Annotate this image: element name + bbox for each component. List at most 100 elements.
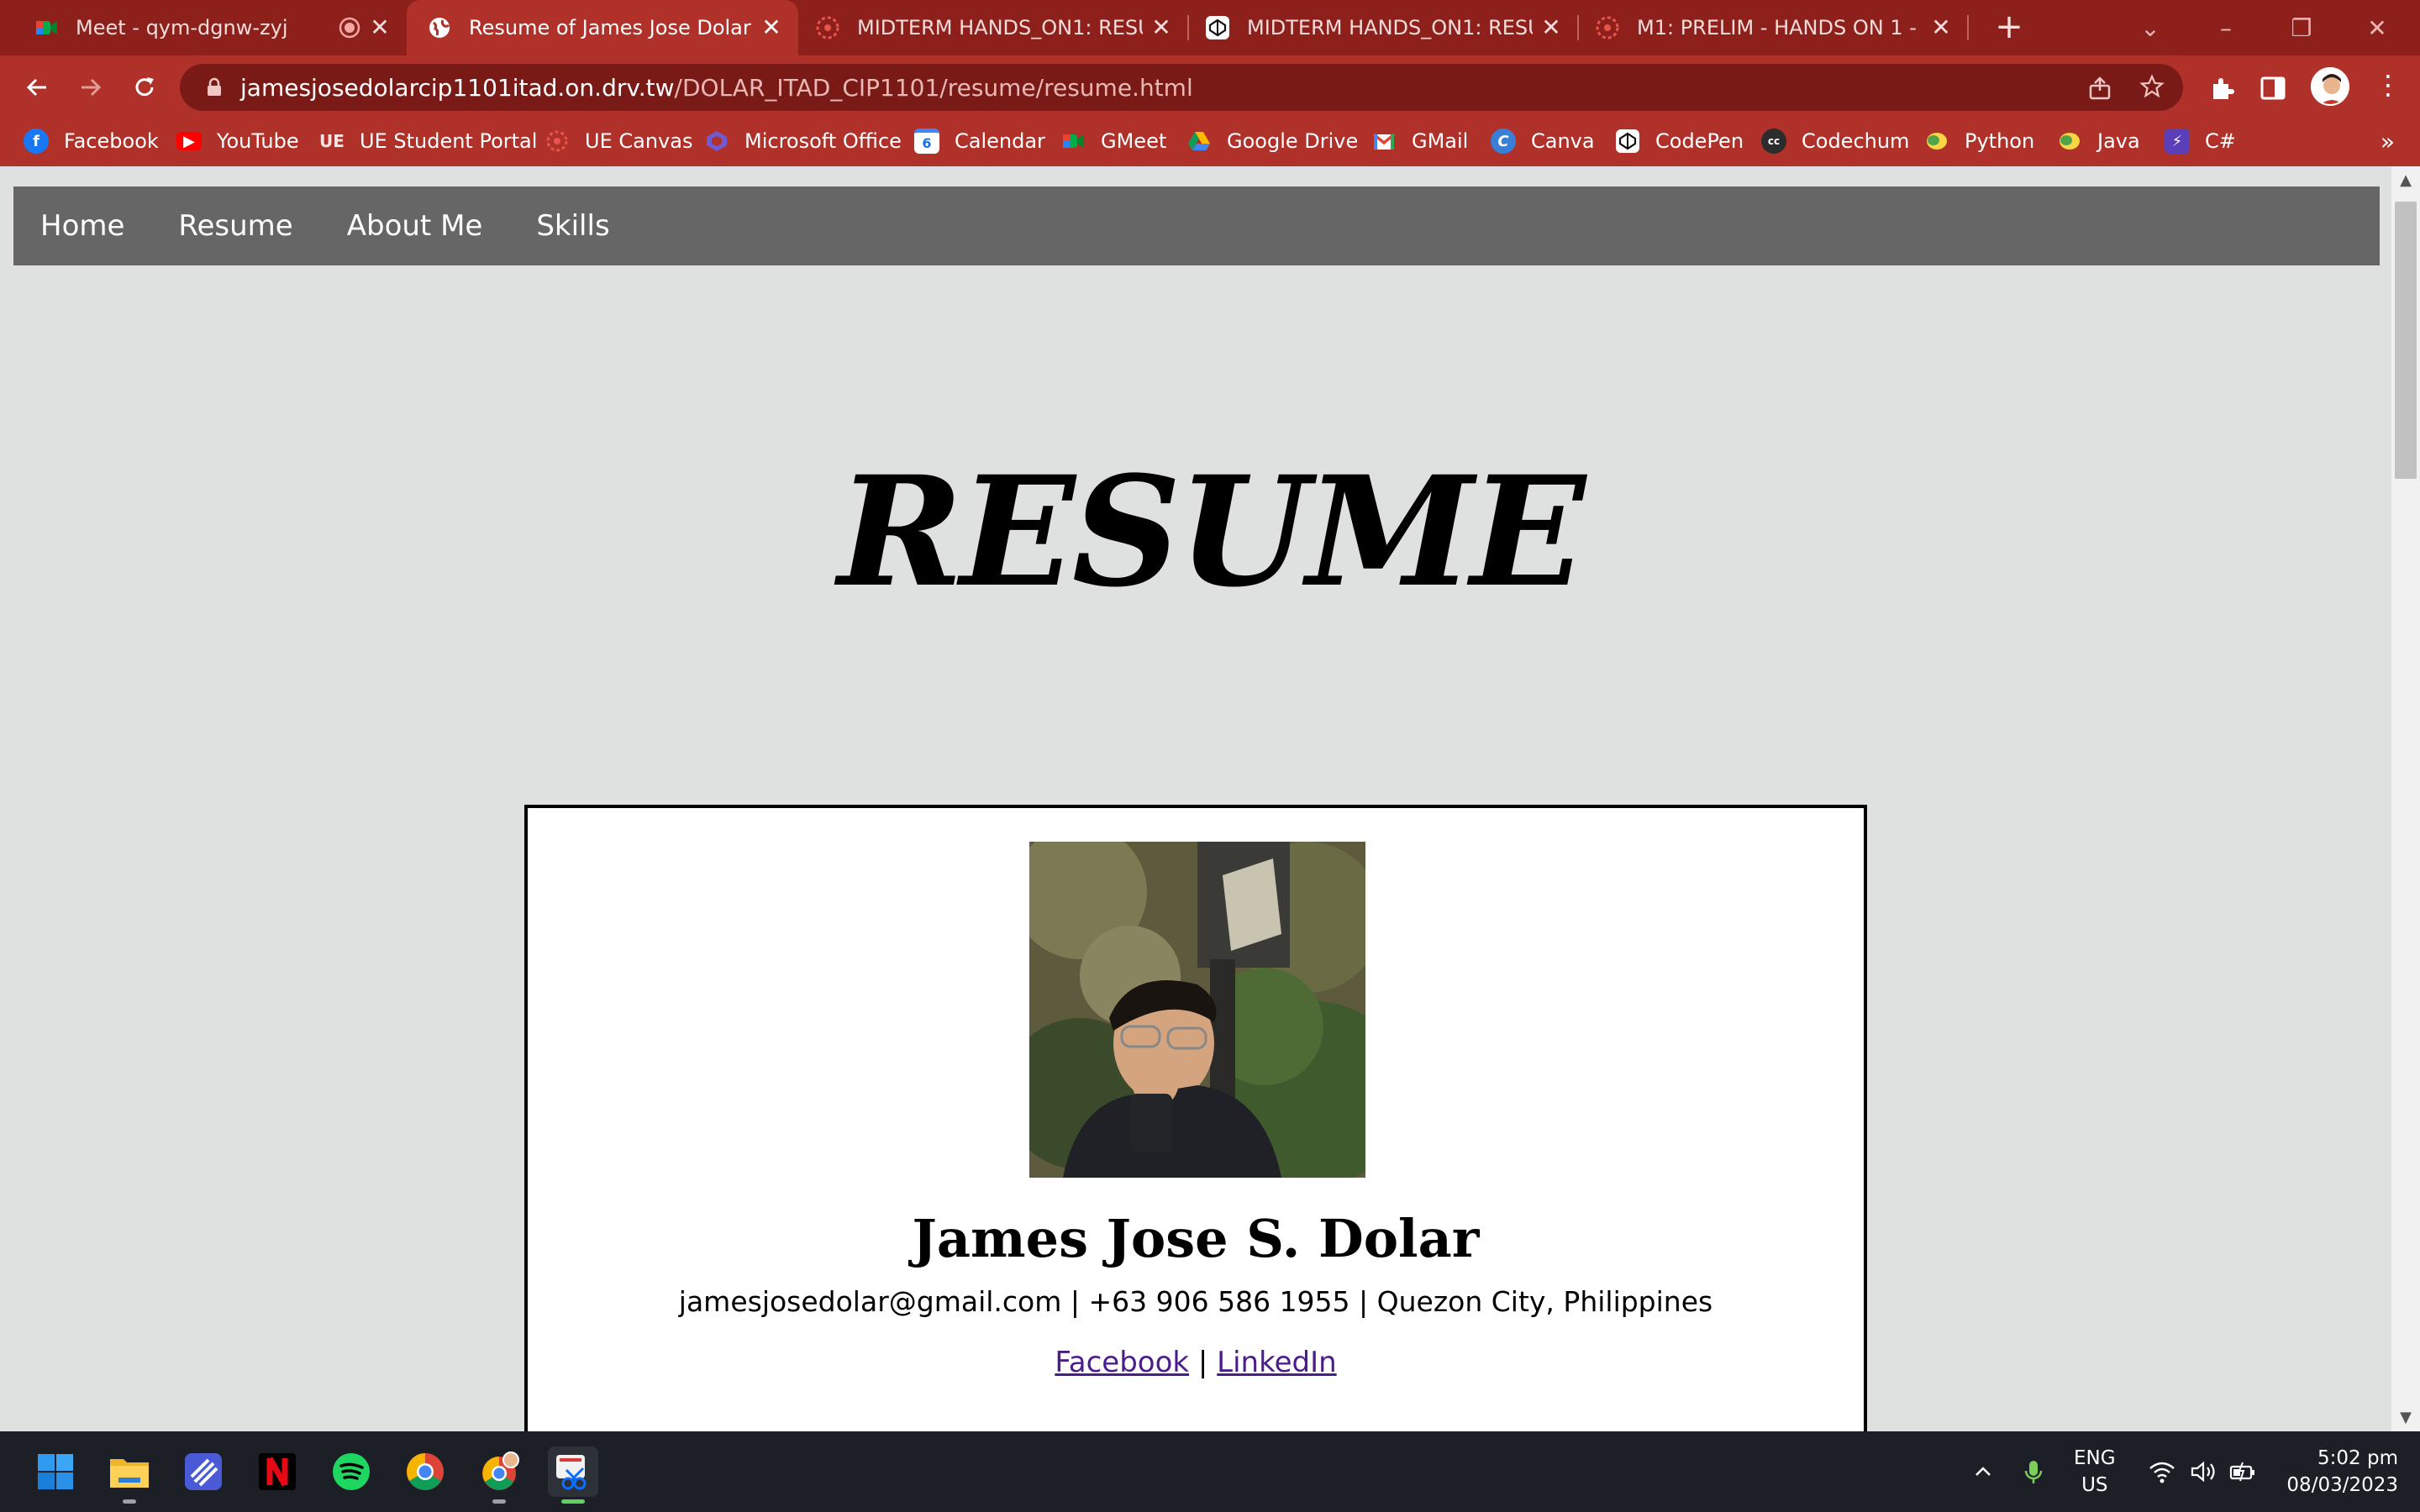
clock-time: 5:02 pm: [2317, 1447, 2398, 1469]
nav-about-me-link[interactable]: About Me: [347, 209, 483, 243]
windows-taskbar: ENG US 5:02 pm 08/03/2023: [0, 1431, 2420, 1512]
bookmark-gmeet[interactable]: GMeet: [1060, 119, 1166, 163]
scroll-down-icon[interactable]: ▼: [2391, 1409, 2420, 1426]
google-drive-icon: [1188, 132, 1210, 150]
taskbar-chrome[interactable]: [400, 1446, 450, 1497]
bookmark-youtube[interactable]: ▶ YouTube: [176, 119, 299, 163]
back-button[interactable]: [17, 67, 57, 108]
minimize-button[interactable]: –: [2188, 0, 2264, 55]
file-explorer-icon: [110, 1459, 149, 1488]
bookmark-calendar[interactable]: 6 Calendar: [914, 119, 1045, 163]
bookmark-microsoft-office[interactable]: Microsoft Office: [704, 119, 902, 163]
address-bar[interactable]: jamesjosedolarcip1101itad.on.drv.tw/DOLA…: [180, 64, 2183, 111]
codepen-icon: [1206, 16, 1229, 39]
volume-icon[interactable]: [2190, 1431, 2218, 1512]
bookmark-google-drive[interactable]: Google Drive: [1186, 119, 1358, 163]
bookmark-star-icon[interactable]: [2139, 74, 2165, 99]
canva-icon: C: [1491, 129, 1516, 154]
profile-avatar[interactable]: [2311, 67, 2349, 106]
java-icon: [2060, 133, 2080, 150]
url-text: jamesjosedolarcip1101itad.on.drv.tw/DOLA…: [240, 74, 1193, 102]
linkedin-link[interactable]: LinkedIn: [1217, 1346, 1337, 1379]
bookmark-facebook[interactable]: f Facebook: [24, 119, 159, 163]
tab-strip: Meet - qym-dgnw-zyj ✕ Resume of James Jo…: [0, 0, 2420, 55]
wifi-icon[interactable]: [2148, 1431, 2176, 1512]
youtube-icon: ▶: [176, 132, 202, 150]
tray-overflow-chevron-icon[interactable]: [1971, 1431, 1995, 1512]
taskbar-spotify[interactable]: [326, 1446, 376, 1497]
running-indicator: [561, 1499, 585, 1504]
close-window-button[interactable]: ✕: [2339, 0, 2415, 55]
bookmark-ue-canvas[interactable]: UE Canvas: [544, 119, 692, 163]
side-panel-icon[interactable]: [2259, 74, 2287, 102]
language-indicator[interactable]: ENG US: [2074, 1431, 2116, 1512]
clock-date: 08/03/2023: [2286, 1474, 2398, 1496]
recording-icon: [339, 17, 360, 39]
extensions-puzzle-icon[interactable]: [2208, 74, 2237, 102]
bookmark-canva[interactable]: C Canva: [1491, 119, 1595, 163]
bookmark-ue-student-portal[interactable]: UE UE Student Portal: [319, 119, 537, 163]
person-name: James Jose S. Dolar: [912, 1208, 1480, 1269]
site-nav: Home Resume About Me Skills: [13, 186, 2380, 265]
tab-search-chevron-icon[interactable]: ⌄: [2112, 0, 2188, 55]
reload-button[interactable]: [124, 67, 165, 108]
profile-photo-image: [1029, 842, 1365, 1178]
taskbar-chrome-profile[interactable]: [474, 1446, 524, 1504]
battery-icon[interactable]: [2228, 1431, 2257, 1512]
nav-skills-link[interactable]: Skills: [536, 209, 609, 243]
nav-home-link[interactable]: Home: [40, 209, 124, 243]
bookmark-python[interactable]: Python: [1924, 119, 2034, 163]
microphone-icon[interactable]: [2022, 1431, 2045, 1512]
page-scrollbar[interactable]: ▲ ▼: [2391, 166, 2420, 1431]
csharp-icon: ⚡: [2165, 129, 2190, 154]
bookmark-label: Canva: [1531, 129, 1595, 153]
more-bookmarks-icon[interactable]: »: [2381, 128, 2395, 155]
restore-button[interactable]: ❐: [2264, 0, 2339, 55]
forward-button[interactable]: [71, 67, 111, 108]
google-meet-icon: [36, 21, 57, 34]
bookmark-java[interactable]: Java: [2057, 119, 2140, 163]
taskbar-linear[interactable]: [178, 1446, 229, 1497]
close-icon[interactable]: ✕: [1150, 16, 1173, 39]
close-icon[interactable]: ✕: [1929, 16, 1953, 39]
language-code: ENG: [2074, 1447, 2116, 1469]
bookmark-csharp[interactable]: ⚡ C#: [2165, 119, 2236, 163]
lock-icon[interactable]: [203, 76, 225, 98]
menu-kebab-icon[interactable]: ⋮: [2375, 69, 2402, 101]
facebook-link[interactable]: Facebook: [1055, 1346, 1189, 1379]
bookmark-codechum[interactable]: cc Codechum: [1761, 119, 1909, 163]
facebook-icon: f: [24, 129, 49, 154]
tab-title: Resume of James Jose Dolar: [469, 16, 751, 39]
chrome-icon: [407, 1453, 444, 1490]
tab-canvas-midterm[interactable]: MIDTERM HANDS_ON1: RESUM ✕: [798, 0, 1189, 55]
arrow-left-icon: [26, 78, 46, 97]
canvas-icon: [546, 130, 568, 152]
bookmark-codepen[interactable]: CodePen: [1615, 119, 1744, 163]
taskbar-snipping-tool[interactable]: [548, 1446, 598, 1504]
bookmark-label: Facebook: [64, 129, 159, 153]
tab-title: M1: PRELIM - HANDS ON 1 - AI: [1637, 16, 1923, 39]
contact-info: jamesjosedolar@gmail.com | +63 906 586 1…: [678, 1285, 1713, 1318]
scrollbar-thumb[interactable]: [2395, 202, 2417, 479]
new-tab-button[interactable]: +: [1990, 8, 2028, 47]
taskbar-netflix[interactable]: [252, 1446, 302, 1497]
close-icon[interactable]: ✕: [760, 16, 783, 39]
bookmark-label: YouTube: [217, 129, 299, 153]
close-icon[interactable]: ✕: [368, 16, 392, 39]
clock[interactable]: 5:02 pm 08/03/2023: [2281, 1431, 2398, 1512]
spotify-icon: [333, 1453, 370, 1490]
profile-photo: [1029, 842, 1365, 1178]
tab-resume-active[interactable]: Resume of James Jose Dolar ✕: [407, 0, 798, 55]
start-button[interactable]: [30, 1446, 81, 1497]
tab-canvas-prelim[interactable]: M1: PRELIM - HANDS ON 1 - AI ✕: [1578, 0, 1969, 55]
bookmark-label: CodePen: [1655, 129, 1744, 153]
tab-codepen-midterm[interactable]: MIDTERM HANDS_ON1: RESUM ✕: [1188, 0, 1579, 55]
nav-resume-link[interactable]: Resume: [178, 209, 292, 243]
canvas-icon: [816, 16, 839, 39]
tab-meet[interactable]: Meet - qym-dgnw-zyj ✕: [0, 0, 407, 55]
taskbar-file-explorer[interactable]: [104, 1446, 155, 1504]
scroll-up-icon[interactable]: ▲: [2391, 171, 2420, 189]
bookmark-gmail[interactable]: GMail: [1371, 119, 1468, 163]
close-icon[interactable]: ✕: [1539, 16, 1563, 39]
share-icon[interactable]: [2087, 76, 2112, 101]
